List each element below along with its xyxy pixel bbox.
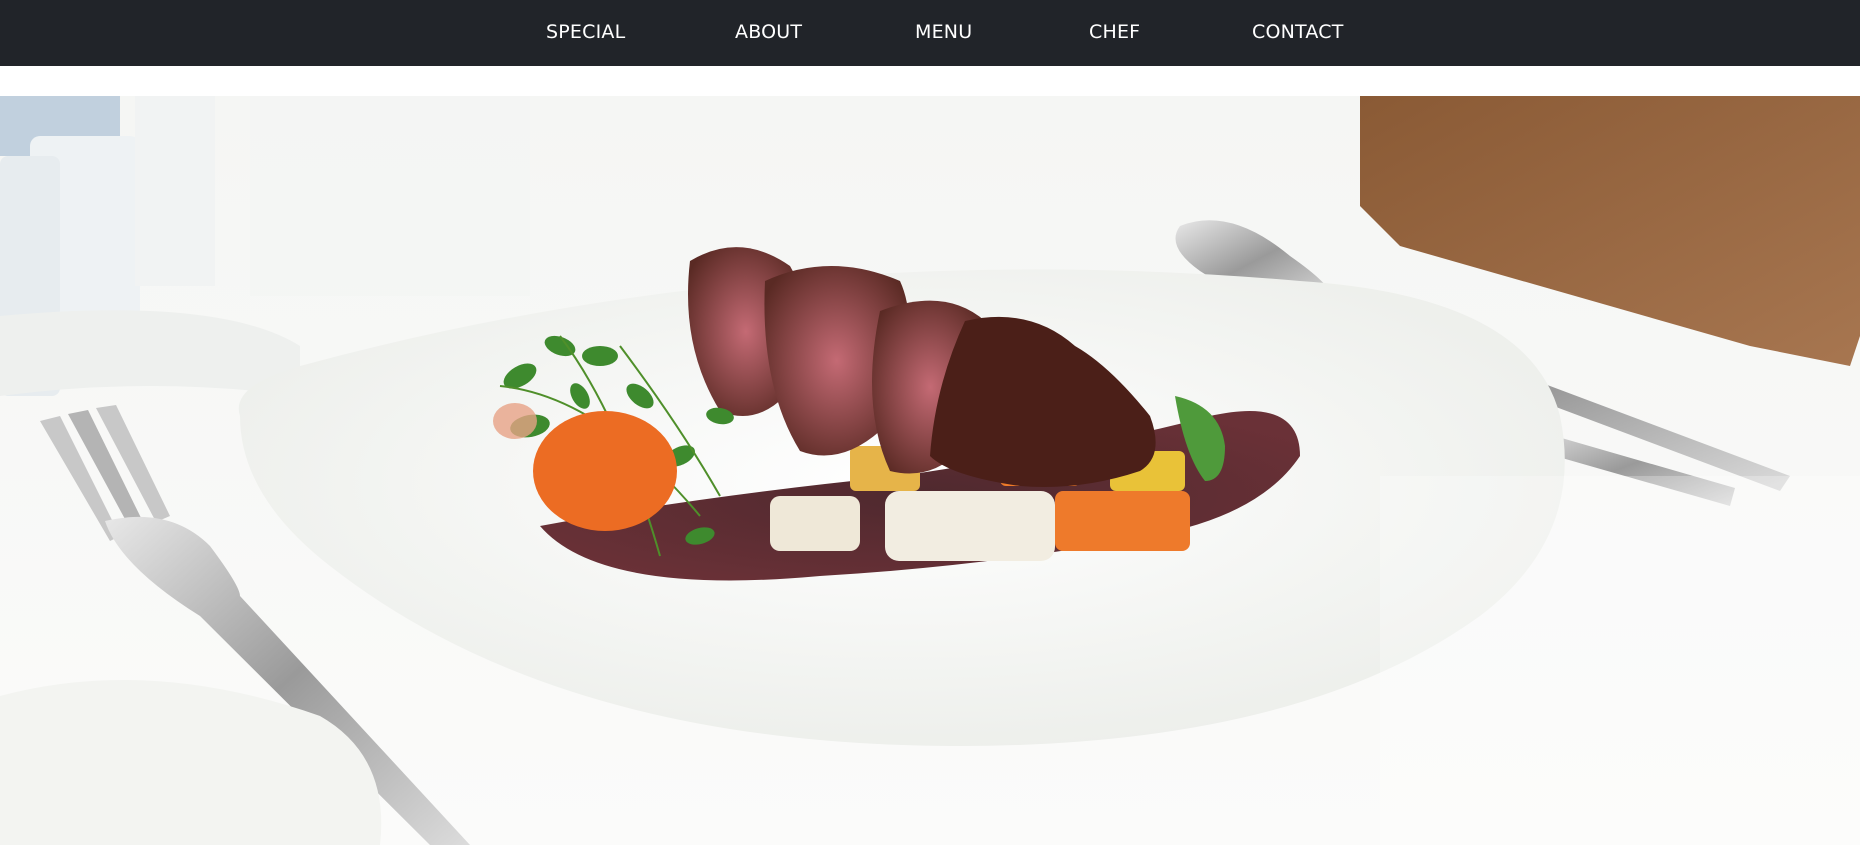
nav-item-special[interactable]: SPECIAL [546, 20, 625, 44]
nav-item-menu[interactable]: MENU [915, 20, 972, 44]
top-navbar: SPECIAL ABOUT MENU CHEF CONTACT [0, 0, 1860, 66]
hero-banner [0, 96, 1860, 845]
nav-item-chef[interactable]: CHEF [1089, 20, 1140, 44]
hero-food-photo [0, 96, 1860, 845]
nav-item-contact[interactable]: CONTACT [1252, 20, 1344, 44]
nav-item-about[interactable]: ABOUT [735, 20, 802, 44]
